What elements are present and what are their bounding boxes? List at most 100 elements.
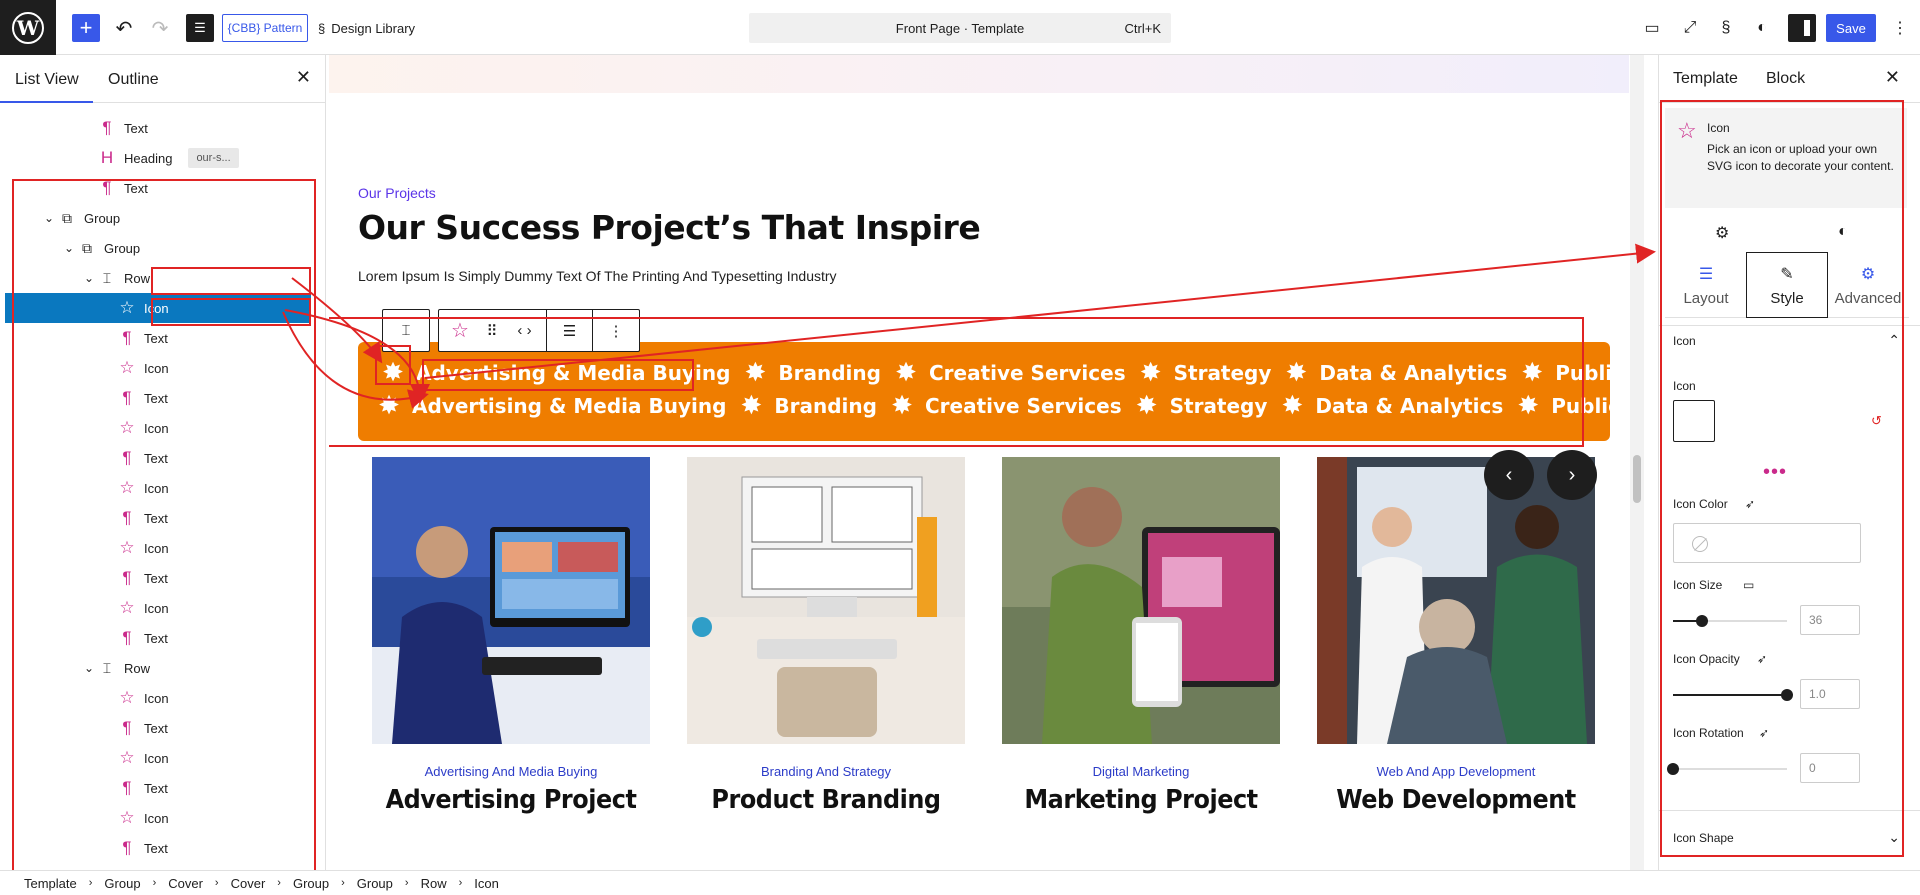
tab-outline[interactable]: Outline [108, 71, 159, 89]
list-view-item[interactable]: ¶ Text [0, 713, 325, 743]
icon-opacity-input[interactable]: 1.0 [1800, 679, 1860, 709]
desktop-preview-icon[interactable]: ▭ [1640, 16, 1664, 40]
desktop-device-icon[interactable]: ▭ [1743, 578, 1754, 592]
marquee-item[interactable]: ✸ Advertising & Media Buying [380, 360, 730, 386]
project-card[interactable]: Digital Marketing Marketing Project [1002, 457, 1280, 815]
marquee-item[interactable]: ✸ Creative Services [889, 393, 1122, 419]
chevron-up-icon[interactable]: ⌃ [1888, 332, 1900, 349]
marquee-text[interactable]: Data & Analytics [1319, 361, 1507, 385]
list-view-item[interactable]: ¶ Text [0, 113, 325, 143]
list-view-item[interactable]: ⌄ ⌶ Row [0, 653, 325, 683]
cursor-state-icon[interactable]: ➶ [1745, 497, 1755, 511]
tab-layout[interactable]: ☰ Layout [1665, 252, 1747, 318]
marquee-item[interactable]: ✸Public Relations [1519, 360, 1644, 386]
breadcrumb-item[interactable]: Cover [231, 876, 266, 891]
chevron-down-icon[interactable]: ⌄ [82, 271, 96, 285]
save-button[interactable]: Save [1826, 14, 1876, 42]
icon-rotation-input[interactable]: 0 [1800, 753, 1860, 783]
plugin-s-icon[interactable]: § [1714, 16, 1738, 40]
icon-size-input[interactable]: 36 [1800, 605, 1860, 635]
list-view-item[interactable]: ⌄ ⧉ Group [0, 203, 325, 233]
breadcrumb-item[interactable]: Group [104, 876, 140, 891]
list-view-item[interactable]: ☆Icon [5, 293, 311, 323]
breadcrumb-item[interactable]: Group [293, 876, 329, 891]
list-view-item[interactable]: ⌄ ⌶ Row [0, 263, 325, 293]
breadcrumb-item[interactable]: Group [357, 876, 393, 891]
star-icon[interactable]: ☆ [439, 310, 481, 351]
marquee-text[interactable]: Branding [774, 394, 877, 418]
tab-style[interactable]: ✎ Style [1746, 252, 1828, 318]
icon-panel-header[interactable]: Icon [1673, 334, 1696, 348]
chevron-down-icon[interactable]: ⌄ [62, 241, 76, 255]
row-icon[interactable]: ⌶ [383, 310, 429, 351]
chevron-down-icon[interactable]: ⌄ [1888, 829, 1900, 846]
project-card[interactable]: Branding And Strategy Product Branding [687, 457, 965, 815]
close-icon[interactable]: ✕ [1885, 67, 1900, 88]
marquee-item[interactable]: ✸ Data & Analytics [1283, 360, 1508, 386]
icon-opacity-slider[interactable] [1673, 689, 1793, 701]
section-kicker[interactable]: Our Projects [358, 185, 436, 201]
tab-template[interactable]: Template [1673, 70, 1738, 88]
list-view-item[interactable]: ¶ Text [0, 383, 325, 413]
marquee-text[interactable]: Data & Analytics [1315, 394, 1503, 418]
styles-half-circle-icon[interactable]: ◐ [1838, 223, 1848, 241]
marquee-item[interactable]: ✸ Data & Analytics [1279, 393, 1504, 419]
project-category[interactable]: Advertising And Media Buying [372, 764, 650, 779]
section-subheading[interactable]: Lorem Ipsum Is Simply Dummy Text Of The … [358, 268, 837, 284]
marquee-banner[interactable]: ✸ Advertising & Media Buying ✸ Branding ✸ Cre… [358, 342, 1644, 441]
list-view-item[interactable]: ¶ Text [0, 173, 325, 203]
list-view-item[interactable]: ¶ Text [0, 443, 325, 473]
undo-icon[interactable]: ↶ [112, 14, 136, 42]
marquee-text[interactable]: Creative Services [925, 394, 1122, 418]
marquee-item[interactable]: ✸ Branding [738, 393, 877, 419]
section-heading[interactable]: Our Success Project’s That Inspire [358, 208, 981, 247]
list-view-item[interactable]: ☆Icon [0, 473, 325, 503]
star-icon[interactable]: ✸ [1283, 360, 1309, 386]
carousel-next-button[interactable]: › [1547, 450, 1597, 500]
list-view-item[interactable]: ☆Icon [0, 593, 325, 623]
star-icon[interactable]: ✸ [376, 393, 402, 419]
marquee-item[interactable]: ✸ Strategy [1138, 360, 1272, 386]
close-icon[interactable]: ✕ [296, 67, 311, 88]
more-dots-icon[interactable]: ••• [1763, 461, 1787, 484]
marquee-item[interactable]: ✸ Creative Services [893, 360, 1126, 386]
marquee-text[interactable]: Branding [778, 361, 881, 385]
command-palette-bar[interactable]: Front Page · Template Ctrl+K [749, 13, 1171, 43]
redo-icon[interactable]: ↷ [148, 14, 172, 42]
marquee-text[interactable]: Advertising & Media Buying [412, 394, 726, 418]
list-view-item[interactable]: ☆Icon [0, 683, 325, 713]
list-view-item[interactable]: ¶ Text [0, 323, 325, 353]
icon-rotation-slider[interactable] [1667, 763, 1787, 775]
document-overview-button[interactable]: ☰ [186, 14, 214, 42]
list-view-item[interactable]: ☆Icon [0, 533, 325, 563]
project-title[interactable]: Marketing Project [1013, 785, 1269, 815]
more-options-icon[interactable]: ⋮ [1888, 16, 1912, 40]
cursor-state-icon[interactable]: ➶ [1757, 652, 1767, 666]
pattern-button[interactable]: {CBB} Pattern [222, 14, 308, 42]
star-icon[interactable]: ✸ [1519, 360, 1545, 386]
star-icon[interactable]: ✸ [893, 360, 919, 386]
marquee-item[interactable]: ✸ Branding [742, 360, 881, 386]
settings-sidebar-toggle[interactable] [1788, 14, 1816, 42]
project-title[interactable]: Product Branding [698, 785, 954, 815]
marquee-text[interactable]: Creative Services [929, 361, 1126, 385]
breadcrumb-item[interactable]: Cover [168, 876, 203, 891]
project-category[interactable]: Digital Marketing [1002, 764, 1280, 779]
scrollbar-thumb[interactable] [1633, 455, 1641, 503]
list-view-item[interactable]: ¶ Text [0, 773, 325, 803]
block-options-icon[interactable]: ⋮ [593, 310, 639, 351]
list-view-item[interactable]: ☆Icon [0, 863, 325, 870]
external-link-icon[interactable]: ⤢ [1678, 16, 1702, 40]
list-view-item[interactable]: ¶ Text [0, 563, 325, 593]
marquee-text[interactable]: Strategy [1174, 361, 1272, 385]
project-title[interactable]: Advertising Project [383, 785, 639, 815]
project-card[interactable]: Advertising And Media Buying Advertising… [372, 457, 650, 815]
slider-knob[interactable] [1695, 615, 1708, 627]
breadcrumb-item[interactable]: Icon [474, 876, 499, 891]
chevron-down-icon[interactable]: ⌄ [82, 661, 96, 675]
star-icon[interactable]: ✸ [1138, 360, 1164, 386]
slider-knob[interactable] [1667, 763, 1679, 775]
breadcrumb-item[interactable]: Template [24, 876, 77, 891]
icon-picker-button[interactable] [1673, 400, 1715, 442]
settings-gear-icon[interactable]: ⚙ [1715, 223, 1729, 243]
